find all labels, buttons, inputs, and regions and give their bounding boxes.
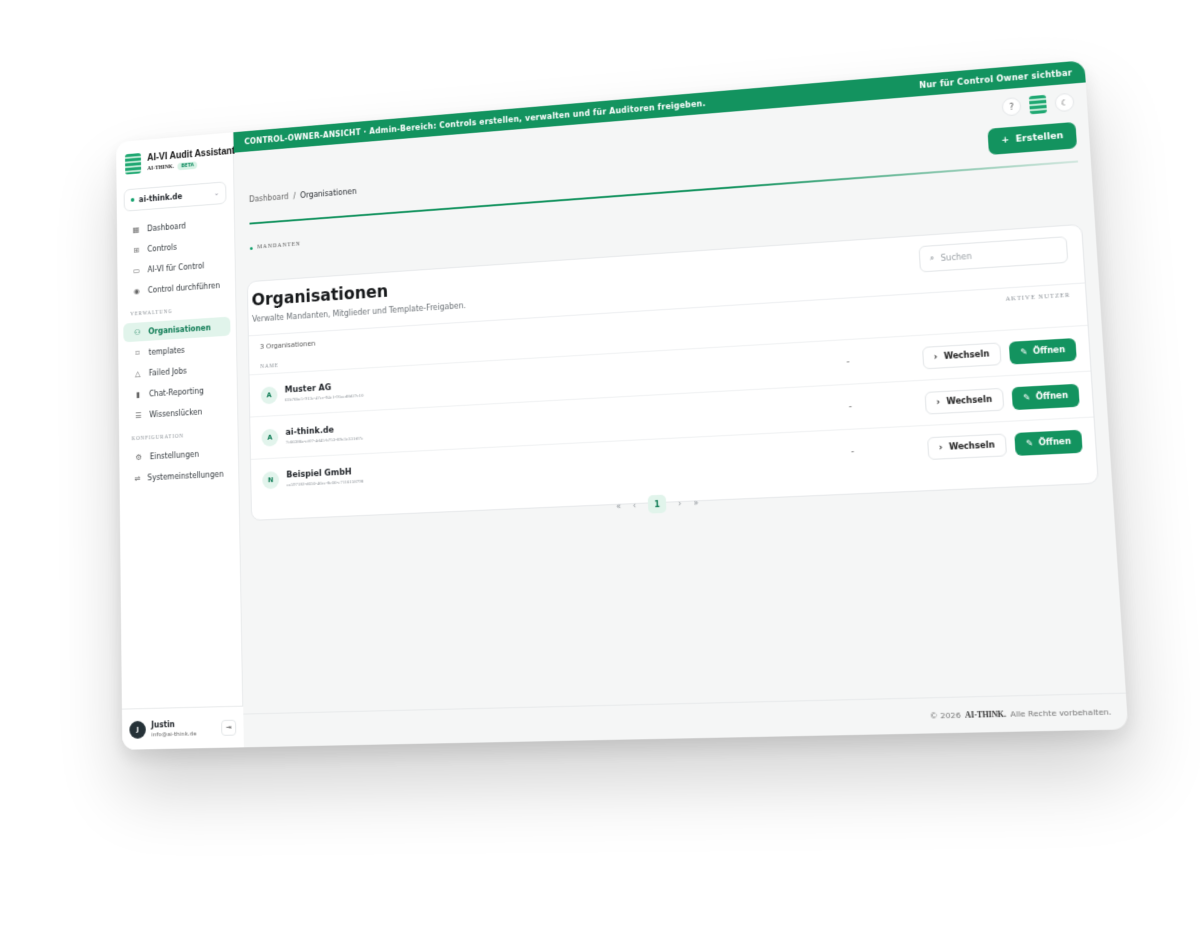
app-logo-icon bbox=[1028, 94, 1047, 115]
app-window: AI-VI Audit Assistant AI-THINK. BETA ai-… bbox=[116, 60, 1129, 750]
open-button[interactable]: ✎ Öffnen bbox=[1011, 383, 1080, 410]
bookmark-icon: ⌑ bbox=[135, 348, 140, 358]
breadcrumb-current: Organisationen bbox=[300, 186, 357, 200]
footer: © 2026 AI-THINK. Alle Rechte vorbehalten… bbox=[243, 692, 1129, 748]
sidebar-item-label: Control durchführen bbox=[147, 280, 221, 295]
prev-page-button[interactable]: ‹ bbox=[633, 500, 637, 509]
sidebar-item-label: templates bbox=[148, 345, 185, 357]
moon-icon[interactable]: ☾ bbox=[1054, 92, 1075, 113]
open-button[interactable]: ✎ Öffnen bbox=[1008, 337, 1077, 365]
current-page-button[interactable]: 1 bbox=[647, 494, 667, 514]
switch-button[interactable]: › Wechseln bbox=[924, 387, 1005, 415]
column-header-users: AKTIVE NUTZER bbox=[1005, 292, 1071, 303]
org-tree-icon: ⚇ bbox=[133, 327, 141, 337]
chevron-down-icon: ⌄ bbox=[213, 189, 220, 198]
switch-button-label: Wechseln bbox=[948, 440, 996, 452]
chevron-right-icon: › bbox=[933, 352, 938, 362]
sidebar-item-systemeinstellungen[interactable]: ⇌ Systemeinstellungen bbox=[125, 464, 233, 488]
create-button[interactable]: + Erstellen bbox=[987, 121, 1078, 155]
sidebar-item-label: Organisationen bbox=[148, 323, 211, 336]
status-dot bbox=[130, 197, 135, 202]
beta-badge: BETA bbox=[177, 160, 198, 170]
eye-icon: ◉ bbox=[133, 286, 140, 296]
org-avatar: A bbox=[260, 385, 278, 404]
open-button[interactable]: ✎ Öffnen bbox=[1014, 429, 1083, 456]
footer-brand: AI-THINK. bbox=[964, 709, 1007, 720]
org-active-users: - bbox=[846, 357, 850, 367]
first-page-button[interactable]: « bbox=[616, 501, 621, 510]
breadcrumb-separator: / bbox=[293, 191, 296, 201]
gear-icon: ⚙ bbox=[135, 452, 142, 462]
sidebar-item-label: Systemeinstellungen bbox=[147, 469, 224, 482]
open-button-label: Öffnen bbox=[1035, 390, 1069, 402]
grid-icon: ▦ bbox=[132, 224, 140, 234]
search-icon: ⌕ bbox=[929, 253, 935, 263]
warning-icon: △ bbox=[134, 369, 141, 378]
create-button-label: Erstellen bbox=[1015, 131, 1064, 145]
section-dot bbox=[249, 246, 253, 250]
plus-icon: + bbox=[1000, 135, 1010, 146]
switch-button-label: Wechseln bbox=[943, 349, 990, 362]
search-placeholder: Suchen bbox=[940, 251, 973, 263]
sliders-icon: ⇌ bbox=[134, 473, 141, 483]
organisations-panel: Organisationen Verwalte Mandanten, Mitgl… bbox=[246, 223, 1099, 531]
organisation-count: 3 Organisationen bbox=[259, 339, 316, 351]
brand: AI-VI Audit Assistant AI-THINK. BETA bbox=[116, 132, 235, 182]
breadcrumb-dashboard[interactable]: Dashboard bbox=[249, 192, 289, 204]
sidebar-item-label: Dashboard bbox=[147, 221, 186, 233]
user-name: Justin bbox=[151, 719, 175, 730]
stage: AI-VI Audit Assistant AI-THINK. BETA ai-… bbox=[0, 0, 1200, 925]
sidebar-item-label: Einstellungen bbox=[149, 449, 199, 461]
chat-icon: ▭ bbox=[133, 265, 140, 275]
help-icon[interactable]: ? bbox=[1001, 96, 1022, 117]
last-page-button[interactable]: » bbox=[693, 498, 698, 507]
footer-suffix: Alle Rechte vorbehalten. bbox=[1010, 707, 1112, 719]
org-active-users: - bbox=[848, 402, 853, 412]
app-logo-icon bbox=[125, 153, 142, 175]
open-button-label: Öffnen bbox=[1038, 436, 1072, 448]
sidebar-item-label: AI-VI für Control bbox=[147, 261, 205, 274]
org-avatar: A bbox=[261, 428, 279, 447]
footer-prefix: © 2026 bbox=[929, 710, 962, 721]
edit-icon: ✎ bbox=[1020, 347, 1028, 357]
chevron-right-icon: › bbox=[938, 442, 943, 453]
switch-button[interactable]: › Wechseln bbox=[921, 341, 1002, 369]
sidebar-item-label: Wissenslücken bbox=[149, 407, 203, 419]
switch-button-label: Wechseln bbox=[946, 394, 993, 407]
org-switcher-label: ai-think.de bbox=[138, 191, 183, 204]
bar-chart-icon: ▮ bbox=[135, 389, 140, 399]
avatar: J bbox=[129, 720, 146, 739]
section-label-text: MANDANTEN bbox=[257, 241, 301, 251]
main-area: CONTROL-OWNER-ANSICHT · Admin-Bereich: C… bbox=[233, 60, 1129, 748]
sidebar-item-label: Controls bbox=[147, 242, 177, 254]
chevron-right-icon: › bbox=[936, 397, 941, 407]
sidebar: AI-VI Audit Assistant AI-THINK. BETA ai-… bbox=[116, 132, 244, 750]
next-page-button[interactable]: › bbox=[678, 498, 682, 507]
switch-button[interactable]: › Wechseln bbox=[926, 432, 1008, 460]
user-card: J Justin info@ai-think.de ⇥ bbox=[121, 705, 244, 750]
open-button-label: Öffnen bbox=[1032, 344, 1066, 357]
sidebar-item-label: Failed Jobs bbox=[148, 366, 187, 378]
breadcrumb: Dashboard / Organisationen bbox=[249, 187, 357, 204]
list-search-icon: ☰ bbox=[134, 410, 142, 420]
org-switcher[interactable]: ai-think.de ⌄ bbox=[123, 181, 227, 212]
org-active-users: - bbox=[850, 447, 855, 457]
user-email: info@ai-think.de bbox=[151, 729, 197, 738]
org-avatar: N bbox=[262, 470, 280, 489]
search-input[interactable]: ⌕ Suchen bbox=[918, 236, 1069, 273]
logout-icon[interactable]: ⇥ bbox=[221, 719, 237, 736]
company-name: AI-THINK. bbox=[147, 163, 175, 172]
sidebar-item-label: Chat-Reporting bbox=[149, 386, 204, 398]
plus-square-icon: ⊞ bbox=[133, 245, 140, 255]
edit-icon: ✎ bbox=[1022, 392, 1031, 403]
edit-icon: ✎ bbox=[1025, 438, 1034, 449]
